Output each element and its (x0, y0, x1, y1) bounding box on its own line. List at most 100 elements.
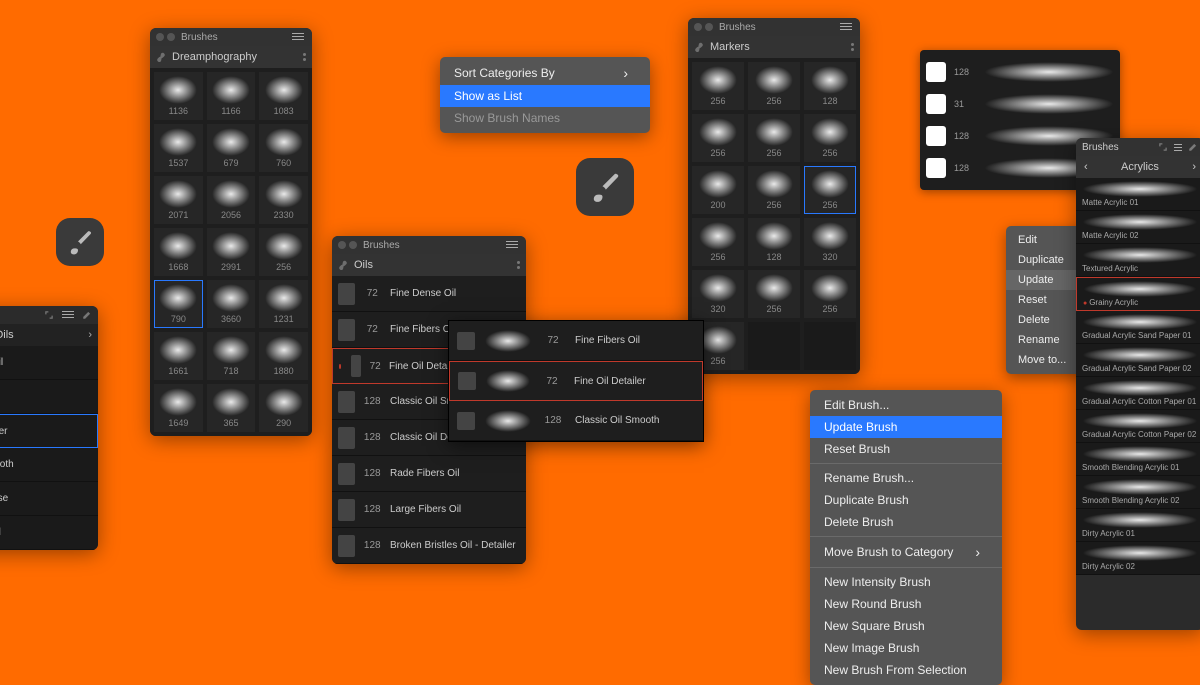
brush-context-menu[interactable]: Edit Brush...Update BrushReset Brush Rena… (810, 390, 1002, 685)
menu-item[interactable]: Show Brush Names (440, 107, 650, 129)
category-bar[interactable]: Oils (332, 254, 526, 276)
menu-item[interactable]: New Intensity Brush (810, 571, 1002, 593)
brush-row[interactable]: Gradual Acrylic Sand Paper 02 (1076, 344, 1200, 377)
menu-item[interactable]: New Round Brush (810, 593, 1002, 615)
brush-row[interactable]: il Dense (0, 482, 98, 516)
brush-cell[interactable]: 1537 (154, 124, 203, 172)
brush-row[interactable]: rs Oil (0, 380, 98, 414)
brush-row[interactable]: Smooth Blending Acrylic 02 (1076, 476, 1200, 509)
panel-menu-icon[interactable] (60, 309, 76, 321)
brush-row[interactable]: ers Oil (0, 516, 98, 550)
panel-titlebar[interactable]: Brushes (688, 18, 860, 36)
brush-cell[interactable]: 256 (748, 166, 800, 214)
brush-cell[interactable]: 2071 (154, 176, 203, 224)
brush-row[interactable]: Grainy Acrylic (1076, 277, 1200, 311)
brush-cell[interactable]: 1649 (154, 384, 203, 432)
brush-cell[interactable]: 256 (804, 114, 856, 162)
menu-item[interactable]: Show as List (440, 85, 650, 107)
panel-titlebar[interactable]: Brushes (332, 236, 526, 254)
brush-cell[interactable]: 256 (692, 114, 744, 162)
brush-cell[interactable]: 1661 (154, 332, 203, 380)
brush-row[interactable]: Smooth Blending Acrylic 01 (1076, 443, 1200, 476)
brush-row[interactable]: Gradual Acrylic Cotton Paper 01 (1076, 377, 1200, 410)
menu-item[interactable]: Update Brush (810, 416, 1002, 438)
brush-cell[interactable]: 1083 (259, 72, 308, 120)
brush-row[interactable]: 128Classic Oil Smooth (449, 401, 703, 441)
menu-item[interactable]: Sort Categories By (440, 61, 650, 85)
menu-item[interactable]: New Image Brush (810, 637, 1002, 659)
brush-row[interactable]: 31 (926, 88, 1114, 120)
brush-cell[interactable] (804, 322, 856, 370)
brush-cell[interactable]: 256 (748, 270, 800, 318)
brushes-panel-markers[interactable]: Brushes Markers 256256128256256256200256… (688, 18, 860, 374)
category-bar[interactable]: Oils › (0, 324, 98, 346)
brush-row[interactable]: Gradual Acrylic Sand Paper 01 (1076, 311, 1200, 344)
brush-row[interactable]: Gradual Acrylic Cotton Paper 02 (1076, 410, 1200, 443)
brush-cell[interactable]: 256 (692, 218, 744, 266)
brush-cell[interactable]: 365 (207, 384, 256, 432)
panel-menu-icon[interactable] (504, 239, 520, 251)
brush-cell[interactable]: 1231 (259, 280, 308, 328)
brush-cell[interactable]: 200 (692, 166, 744, 214)
panel-menu-icon[interactable] (290, 31, 306, 43)
brushes-panel-acrylics[interactable]: Brushes ‹ Acrylics › Matte Acrylic 01Mat… (1076, 138, 1200, 630)
brushes-panel-grid[interactable]: Brushes Dreamphography 113611661083 15376… (150, 28, 312, 436)
brush-cell[interactable]: 256 (259, 228, 308, 276)
brush-cell[interactable]: 128 (804, 62, 856, 110)
window-controls[interactable] (156, 33, 175, 41)
window-controls[interactable] (338, 241, 357, 249)
category-bar[interactable]: Dreamphography (150, 46, 312, 68)
brush-row[interactable]: Dirty Acrylic 01 (1076, 509, 1200, 542)
brush-cell[interactable] (748, 322, 800, 370)
menu-item[interactable]: Delete Brush (810, 511, 1002, 533)
brush-row[interactable]: Dirty Acrylic 02 (1076, 542, 1200, 575)
brush-cell[interactable]: 320 (692, 270, 744, 318)
brush-cell[interactable]: 256 (804, 166, 856, 214)
category-bar[interactable]: ‹ Acrylics › (1076, 156, 1200, 178)
brush-cell[interactable]: 718 (207, 332, 256, 380)
category-bar[interactable]: Markers (688, 36, 860, 58)
dropdown-icon[interactable] (517, 261, 520, 269)
dropdown-icon[interactable] (851, 43, 854, 51)
brush-cell[interactable]: 1136 (154, 72, 203, 120)
brush-sublist[interactable]: 72Fine Fibers Oil72Fine Oil Detailer128C… (448, 320, 704, 442)
expand-icon[interactable] (1158, 142, 1168, 152)
menu-item[interactable]: Reset Brush (810, 438, 1002, 460)
brush-row[interactable]: il Smooth (0, 448, 98, 482)
brush-cell[interactable]: 2330 (259, 176, 308, 224)
brush-row[interactable]: Matte Acrylic 02 (1076, 211, 1200, 244)
brushes-panel-edge[interactable]: es Oils › nse Oilrs OilDetaileril Smooth… (0, 306, 98, 550)
brush-cell[interactable]: 256 (804, 270, 856, 318)
brush-cell[interactable]: 3660 (207, 280, 256, 328)
sort-menu[interactable]: Sort Categories ByShow as ListShow Brush… (440, 57, 650, 133)
brush-cell[interactable]: 1166 (207, 72, 256, 120)
brush-cell[interactable]: 760 (259, 124, 308, 172)
menu-item[interactable]: New Square Brush (810, 615, 1002, 637)
brush-cell[interactable]: 256 (748, 114, 800, 162)
brush-row[interactable]: Textured Acrylic (1076, 244, 1200, 277)
brush-row[interactable]: Detailer (0, 414, 98, 448)
panel-menu-icon[interactable] (1172, 142, 1184, 151)
edit-icon[interactable] (82, 310, 92, 320)
dropdown-icon[interactable] (303, 53, 306, 61)
brush-cell[interactable]: 256 (692, 62, 744, 110)
brush-row[interactable]: 72Fine Dense Oil (332, 276, 526, 312)
brush-cell[interactable]: 128 (748, 218, 800, 266)
brush-cell[interactable]: 290 (259, 384, 308, 432)
brush-row[interactable]: 128Broken Bristles Oil - Detailer (332, 528, 526, 564)
brush-row[interactable]: nse Oil (0, 346, 98, 380)
brush-cell[interactable]: 679 (207, 124, 256, 172)
brush-cell[interactable]: 256 (748, 62, 800, 110)
menu-item[interactable]: Edit Brush... (810, 394, 1002, 416)
panel-titlebar[interactable]: Brushes (150, 28, 312, 46)
brush-cell[interactable]: 790 (154, 280, 203, 328)
brush-row[interactable]: 128Large Fibers Oil (332, 492, 526, 528)
brush-cell[interactable]: 2991 (207, 228, 256, 276)
brush-row[interactable]: 72Fine Fibers Oil (449, 321, 703, 361)
brush-row[interactable]: 128Rade Fibers Oil (332, 456, 526, 492)
brush-cell[interactable]: 320 (804, 218, 856, 266)
chevron-right-icon[interactable]: › (1192, 161, 1196, 173)
menu-item[interactable]: Duplicate Brush (810, 489, 1002, 511)
brush-row[interactable]: 128 (926, 56, 1114, 88)
menu-item[interactable]: Rename Brush... (810, 467, 1002, 489)
